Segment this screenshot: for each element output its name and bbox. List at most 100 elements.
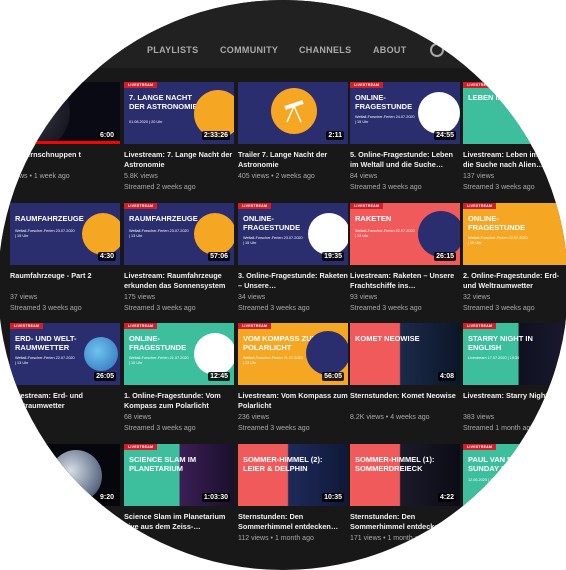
video-title[interactable]: Livestream: Leben im W… und die Suche na…	[463, 150, 566, 170]
livestream-badge: LIVESTREAM	[10, 323, 44, 329]
video-card[interactable]: 6:00 t - Sternschnuppen t views • 1 week…	[10, 82, 120, 194]
video-card[interactable]: LIVESTREAM ONLINE-FRAGESTUNDE Weltall-Fo…	[350, 82, 460, 194]
video-title[interactable]: Livestream: Erd- und Weltraumwetter	[10, 391, 120, 411]
duration-badge: 26:05	[94, 372, 116, 381]
video-title[interactable]: Trailer 7. Lange Nacht der Astronomie	[238, 150, 348, 170]
video-card[interactable]: LIVESTREAM SCIENCE SLAM IM PLANETARIUM 1…	[124, 444, 234, 556]
video-card[interactable]: LIVESTREAM PAUL VAN DYK Sunday Session 1…	[463, 444, 566, 556]
thumbnail-subtitle: Weltall-Forscher-Ferien 22.07.2020 | 13 …	[355, 229, 415, 238]
video-thumbnail[interactable]: LIVESTREAM LEBEN IM	[463, 82, 566, 144]
thumbnail-subtitle: 01.08.2020 | 20 Uhr	[129, 120, 163, 124]
video-card[interactable]: LIVESTREAM LEBEN IM Livestream: Leben im…	[463, 82, 566, 194]
video-title[interactable]: 2. Online-Fragestunde: Erd- und Weltraum…	[463, 271, 566, 291]
video-meta: views • 1 week ago	[10, 173, 70, 180]
video-title[interactable]: 1. Online-Fragestunde: Vom Kompass zum P…	[124, 391, 234, 411]
livestream-badge: LIVESTREAM	[124, 323, 158, 329]
video-thumbnail[interactable]: LIVESTREAM ONLINE-FRAGESTUNDE Weltall-Fo…	[124, 323, 234, 385]
thumbnail-subtitle: Livestream 17.07.2020 | 19:30	[468, 356, 520, 360]
thumbnail-subtitle: 12.06.2020 | 20 Uhr	[468, 478, 502, 482]
video-card[interactable]: LIVESTREAM VOM KOMPASS ZUM POLARLICHT We…	[238, 323, 348, 435]
video-title[interactable]: Science Slam im Planetarium Live aus dem…	[124, 512, 234, 532]
video-card[interactable]: SOMMER-HIMMEL (2): Leier & Delphin 10:35…	[238, 444, 348, 556]
video-thumbnail[interactable]: 9:20	[10, 444, 120, 506]
video-thumbnail[interactable]: 2:11	[238, 82, 348, 144]
duration-badge: 12:45	[208, 372, 230, 381]
thumbnail-title: STARRY NIGHT in English	[468, 334, 533, 352]
video-title[interactable]: Livestream: Raketen – Unsere Frachtschif…	[350, 271, 460, 291]
video-thumbnail[interactable]: LIVESTREAM PAUL VAN DYK Sunday Session 1…	[463, 444, 566, 506]
video-card[interactable]: 9:20	[10, 444, 120, 556]
astronaut-icon	[418, 92, 460, 134]
video-thumbnail[interactable]: LIVESTREAM VOM KOMPASS ZUM POLARLICHT We…	[238, 323, 348, 385]
tab-channels[interactable]: CHANNELS	[299, 45, 351, 55]
tab-about[interactable]: ABOUT	[373, 45, 407, 55]
video-thumbnail[interactable]: KOMET NEOWISE 4:08	[350, 323, 460, 385]
video-thumbnail[interactable]: RAUMFAHRZEUGE Weltall-Forscher-Ferien 23…	[10, 203, 120, 265]
thumbnail-title: RAUMFAHRZEUGE	[15, 214, 84, 223]
video-thumbnail[interactable]: LIVESTREAM SCIENCE SLAM IM PLANETARIUM 1…	[124, 444, 234, 506]
video-card[interactable]: LIVESTREAM ONLINE-FRAGESTUNDE Weltall-Fo…	[463, 203, 566, 315]
video-thumbnail[interactable]: 6:00	[10, 82, 120, 144]
video-title[interactable]: Sternstunden: Den Sommerhimmel entdecken…	[238, 512, 348, 532]
tab-playlists[interactable]: PLAYLISTS	[147, 45, 198, 55]
video-title[interactable]: t - Sternschnuppen t	[10, 150, 120, 160]
video-card[interactable]: RAUMFAHRZEUGE Weltall-Forscher-Ferien 23…	[10, 203, 120, 315]
video-meta: 171 views • 1 month ago	[350, 535, 427, 542]
video-thumbnail[interactable]: LIVESTREAM 7. LANGE NACHT DER ASTRONOMIE…	[124, 82, 234, 144]
duration-badge: 9:20	[97, 493, 116, 502]
video-card[interactable]: LIVESTREAM ONLINE-FRAGESTUNDE Weltall-Fo…	[124, 323, 234, 435]
livestream-badge: LIVESTREAM	[124, 82, 158, 88]
thumbnail-title: PAUL VAN DYK Sunday Session	[468, 455, 535, 473]
meteor-photo	[10, 82, 70, 144]
thumbnail-subtitle: Weltall-Forscher-Ferien 23.07.2020 | 15 …	[243, 236, 303, 245]
video-meta: th ago	[124, 535, 144, 542]
video-thumbnail[interactable]: LIVESTREAM ERD- UND WELT-RAUMWETTER Welt…	[10, 323, 120, 385]
video-title[interactable]: Sternstunden: Komet Neowise	[350, 391, 460, 401]
duration-badge: 4:30	[97, 252, 116, 261]
duration-badge: 26:15	[434, 252, 456, 261]
video-thumbnail[interactable]: LIVESTREAM RAKETEN Weltall-Forscher-Feri…	[350, 203, 460, 265]
video-meta: 175 views Streamed 3 weeks ago	[124, 294, 196, 312]
video-title[interactable]: Livestream: Raumfahrzeuge erkunden das S…	[124, 271, 234, 291]
video-card[interactable]: LIVESTREAM ERD- UND WELT-RAUMWETTER Welt…	[10, 323, 120, 435]
channel-tab-bar: PLAYLISTS COMMUNITY CHANNELS ABOUT	[0, 0, 566, 68]
video-title[interactable]: 3. Online-Fragestunde: Raketen – Unsere…	[238, 271, 348, 291]
video-thumbnail[interactable]: LIVESTREAM RAUMFAHRZEUGE Weltall-Forsche…	[124, 203, 234, 265]
video-card[interactable]: LIVESTREAM ONLINE-FRAGESTUNDE Weltall-Fo…	[238, 203, 348, 315]
video-card[interactable]: LIVESTREAM RAKETEN Weltall-Forscher-Feri…	[350, 203, 460, 315]
video-title[interactable]: Raumfahrzeuge - Part 2	[10, 271, 120, 281]
video-title[interactable]: Livestream: Vom Kompass zum Polarlicht	[238, 391, 348, 411]
video-title[interactable]: Livestream: 7. Lange Nacht der Astronomi…	[124, 150, 234, 170]
video-title[interactable]: Livestream: Starry Night	[463, 391, 566, 401]
duration-badge: 4:22	[437, 493, 456, 502]
video-card[interactable]: 2:11 Trailer 7. Lange Nacht der Astronom…	[238, 82, 348, 194]
video-thumbnail[interactable]: LIVESTREAM STARRY NIGHT in English Lives…	[463, 323, 566, 385]
video-card[interactable]: LIVESTREAM RAUMFAHRZEUGE Weltall-Forsche…	[124, 203, 234, 315]
thumbnail-title: ERD- UND WELT-RAUMWETTER	[15, 334, 77, 352]
video-card[interactable]: SOMMER-HIMMEL (1): Sommerdreieck 4:22 St…	[350, 444, 460, 556]
video-meta: 84 views Streamed 3 weeks ago	[350, 173, 422, 191]
tab-community[interactable]: COMMUNITY	[220, 45, 278, 55]
search-icon[interactable]	[430, 43, 444, 57]
video-thumbnail[interactable]: SOMMER-HIMMEL (2): Leier & Delphin 10:35	[238, 444, 348, 506]
thumbnail-title: SOMMER-HIMMEL (2): Leier & Delphin	[243, 455, 323, 473]
thumbnail-title: SCIENCE SLAM IM PLANETARIUM	[129, 455, 197, 473]
video-thumbnail[interactable]: SOMMER-HIMMEL (1): Sommerdreieck 4:22	[350, 444, 460, 506]
video-thumbnail[interactable]: LIVESTREAM ONLINE-FRAGESTUNDE Weltall-Fo…	[350, 82, 460, 144]
video-title[interactable]: 5. Online-Fragestunde: Leben im Weltall …	[350, 150, 460, 170]
thumbnail-title: KOMET NEOWISE	[355, 334, 420, 343]
livestream-badge: LIVESTREAM	[463, 203, 497, 209]
video-card[interactable]: LIVESTREAM STARRY NIGHT in English Lives…	[463, 323, 566, 435]
video-card[interactable]: LIVESTREAM 7. LANGE NACHT DER ASTRONOMIE…	[124, 82, 234, 194]
livestream-badge: LIVESTREAM	[124, 444, 158, 450]
duration-badge: 57:06	[208, 252, 230, 261]
video-thumbnail[interactable]: LIVESTREAM ONLINE-FRAGESTUNDE Weltall-Fo…	[238, 203, 348, 265]
duration-badge: 56:05	[322, 372, 344, 381]
video-title[interactable]: Sternstunden: Den Sommerhimmel entdecken…	[350, 512, 460, 532]
earth-icon	[84, 337, 118, 371]
video-meta: 68 views Streamed 3 weeks ago	[124, 414, 196, 432]
video-thumbnail[interactable]: LIVESTREAM ONLINE-FRAGESTUNDE Weltall-Fo…	[463, 203, 566, 265]
livestream-badge: LIVESTREAM	[463, 323, 497, 329]
video-meta: 5.8K views Streamed 2 weeks ago	[124, 173, 196, 191]
video-card[interactable]: KOMET NEOWISE 4:08 Sternstunden: Komet N…	[350, 323, 460, 435]
